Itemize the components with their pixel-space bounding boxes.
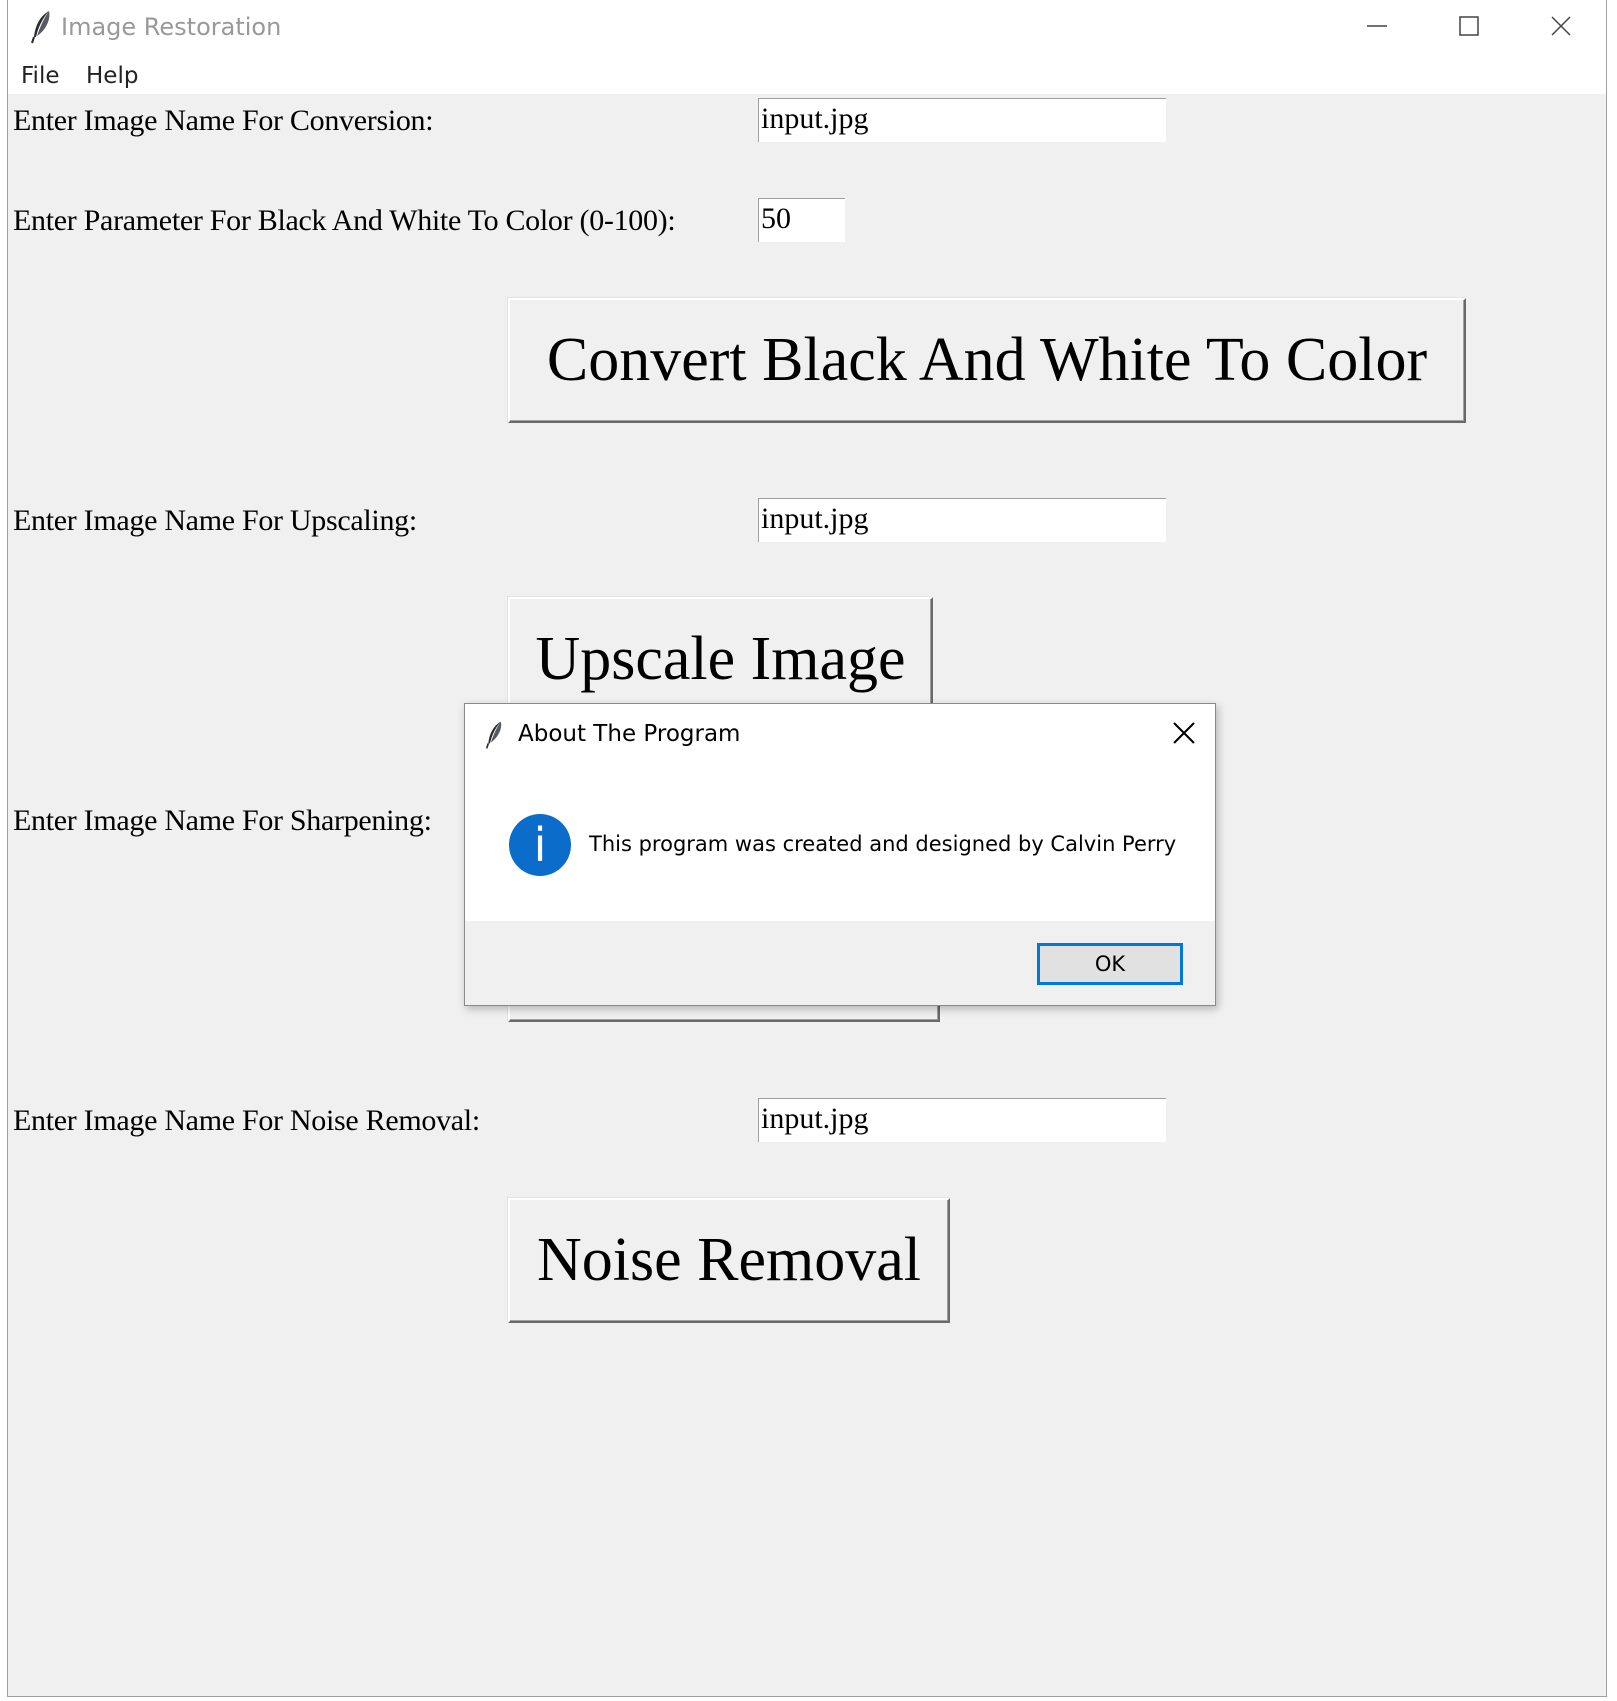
maximize-icon	[1459, 16, 1479, 36]
dialog-title: About The Program	[518, 721, 741, 747]
noise-label: Enter Image Name For Noise Removal:	[13, 1104, 480, 1137]
close-button[interactable]	[1515, 0, 1607, 52]
menu-bar: File Help	[8, 56, 1606, 94]
conversion-label: Enter Image Name For Conversion:	[13, 104, 434, 137]
minimize-icon	[1367, 25, 1387, 27]
noise-removal-button[interactable]: Noise Removal	[508, 1198, 950, 1323]
minimize-button[interactable]	[1331, 0, 1423, 52]
window-title: Image Restoration	[61, 13, 282, 41]
feather-icon	[31, 11, 50, 44]
close-icon	[1551, 16, 1571, 36]
close-icon[interactable]	[1171, 720, 1197, 746]
feather-icon	[485, 721, 502, 749]
title-bar[interactable]: Image Restoration	[8, 0, 1606, 56]
maximize-button[interactable]	[1423, 0, 1515, 52]
upscale-label: Enter Image Name For Upscaling:	[13, 504, 417, 537]
dialog-message: This program was created and designed by…	[589, 832, 1177, 856]
ok-button[interactable]: OK	[1037, 943, 1183, 985]
parameter-input[interactable]: 50	[758, 198, 845, 242]
menu-file[interactable]: File	[21, 63, 60, 89]
conversion-image-input[interactable]: input.jpg	[758, 98, 1166, 142]
parameter-label: Enter Parameter For Black And White To C…	[13, 204, 676, 237]
noise-image-input[interactable]: input.jpg	[758, 1098, 1166, 1142]
info-icon: i	[509, 814, 571, 876]
about-dialog: About The Program i This program was cre…	[464, 703, 1216, 1006]
menu-help[interactable]: Help	[86, 63, 138, 89]
upscale-image-input[interactable]: input.jpg	[758, 498, 1166, 542]
dialog-footer: OK	[465, 921, 1215, 1005]
convert-button[interactable]: Convert Black And White To Color	[508, 298, 1466, 423]
sharpen-label: Enter Image Name For Sharpening:	[13, 804, 432, 837]
